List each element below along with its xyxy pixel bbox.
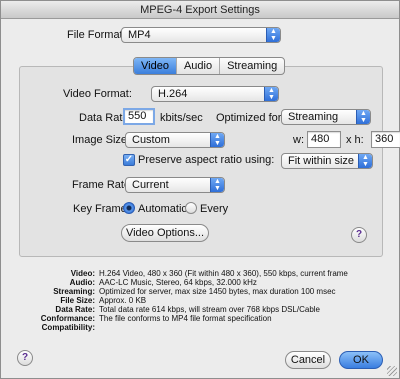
optimized-for-popup[interactable]: Streaming ▲ ▼ — [281, 109, 371, 125]
help-icon[interactable]: ? — [351, 227, 367, 243]
tab-video[interactable]: Video — [134, 58, 176, 74]
ok-button[interactable]: OK — [339, 351, 383, 369]
image-size-label: Image Size: — [72, 134, 131, 146]
preserve-aspect-label: Preserve aspect ratio using: — [138, 154, 275, 166]
window-title: MPEG-4 Export Settings — [1, 1, 399, 19]
summary-row: File Size: Approx. 0 KB — [60, 296, 147, 305]
video-options-button[interactable]: Video Options... — [121, 224, 209, 242]
height-input[interactable]: 360 — [371, 131, 400, 148]
tab-bar: Video Audio Streaming — [133, 57, 286, 75]
popup-arrows-icon: ▲ ▼ — [210, 133, 224, 147]
video-format-label: Video Format: — [63, 88, 132, 100]
width-label: w: — [293, 134, 304, 146]
popup-arrows-icon: ▲ ▼ — [264, 87, 278, 101]
key-frame-label: Key Frame: — [73, 203, 130, 215]
key-frame-every-label: Every — [200, 203, 229, 215]
optimized-for-label: Optimized for: — [216, 112, 285, 124]
frame-rate-label: Frame Rate: — [72, 179, 134, 191]
preserve-aspect-value: Fit within size — [288, 155, 355, 167]
data-rate-input[interactable]: 550 — [123, 108, 155, 125]
optimized-for-value: Streaming — [288, 111, 339, 123]
height-label: x h: — [346, 134, 364, 146]
summary-row: Audio: AAC-LC Music, Stereo, 64 kbps, 32.… — [69, 278, 257, 287]
resize-handle[interactable] — [387, 366, 397, 376]
preserve-aspect-popup[interactable]: Fit within size ▲ ▼ — [281, 153, 373, 169]
image-size-popup[interactable]: Custom ▲ ▼ — [125, 132, 225, 148]
key-frame-every-radio[interactable] — [185, 202, 197, 214]
frame-rate-popup[interactable]: Current ▲ ▼ — [125, 177, 225, 193]
preserve-aspect-checkbox[interactable]: ✓ — [123, 154, 135, 166]
key-frame-automatic-radio[interactable] — [123, 202, 135, 214]
tab-streaming[interactable]: Streaming — [219, 58, 284, 74]
summary-row: Data Rate: Total data rate 614 kbps, will… — [55, 305, 321, 314]
tab-audio[interactable]: Audio — [175, 58, 219, 74]
summary-row: Conformance: The file conforms to MP4 fil… — [40, 314, 272, 323]
file-format-label: File Format: — [67, 29, 126, 41]
image-size-value: Custom — [132, 134, 170, 146]
summary-row: Streaming: Optimized for server, max size… — [53, 287, 336, 296]
key-frame-automatic-label: Automatic — [138, 203, 187, 215]
cancel-button[interactable]: Cancel — [285, 351, 331, 369]
data-rate-unit: kbits/sec — [160, 112, 203, 124]
settings-summary: Video: H.264 Video, 480 x 360 (Fit within… — [9, 269, 393, 332]
popup-arrows-icon: ▲ ▼ — [358, 154, 372, 168]
popup-arrows-icon: ▲ ▼ — [356, 110, 370, 124]
file-format-popup[interactable]: MP4 ▲ ▼ — [121, 27, 281, 43]
help-icon[interactable]: ? — [17, 350, 33, 366]
frame-rate-value: Current — [132, 179, 169, 191]
video-format-popup[interactable]: H.264 ▲ ▼ — [151, 86, 279, 102]
file-format-value: MP4 — [128, 29, 151, 41]
popup-arrows-icon: ▲ ▼ — [210, 178, 224, 192]
export-settings-window: MPEG-4 Export Settings File Format: MP4 … — [0, 0, 400, 379]
summary-row: Compatibility: — [41, 323, 95, 332]
video-format-value: H.264 — [158, 88, 188, 100]
popup-arrows-icon: ▲ ▼ — [266, 28, 280, 42]
summary-row: Video: H.264 Video, 480 x 360 (Fit within… — [70, 269, 348, 278]
width-input[interactable]: 480 — [307, 131, 341, 148]
